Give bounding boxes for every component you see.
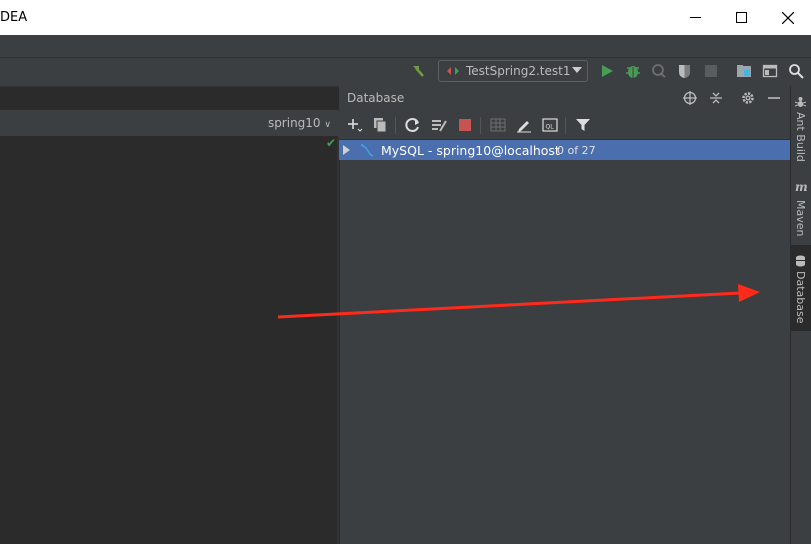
annotation-arrow [277, 284, 760, 319]
